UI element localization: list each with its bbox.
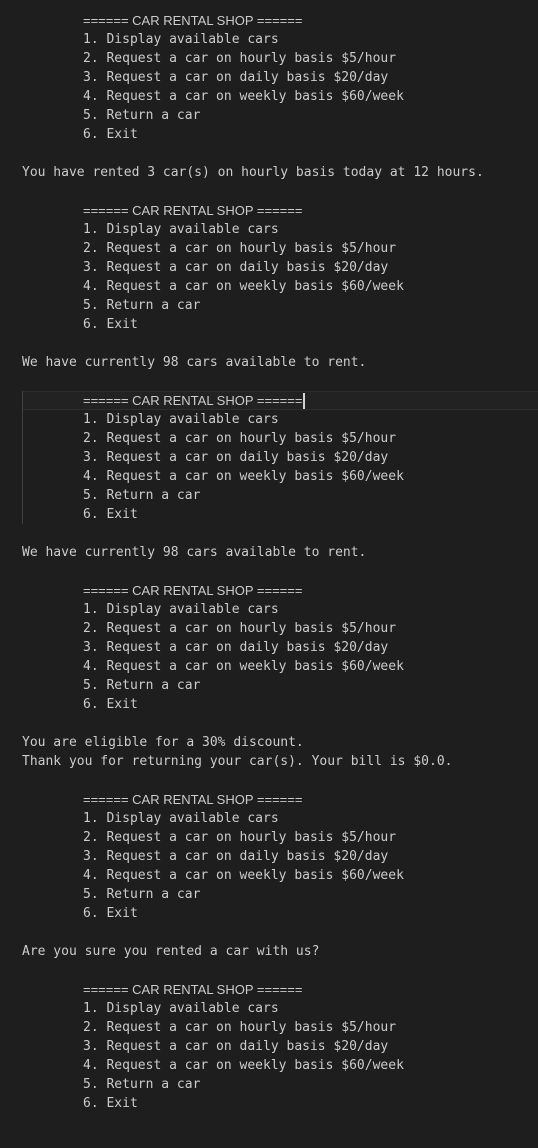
menu-item: 1. Display available cars [83, 602, 279, 617]
menu-item: 5. Return a car [83, 108, 201, 123]
menu-header: ====== CAR RENTAL SHOP ====== [83, 583, 303, 598]
menu-item: 2. Request a car on hourly basis $5/hour [83, 241, 397, 256]
menu-item: 4. Request a car on weekly basis $60/wee… [83, 469, 404, 484]
menu-item: 1. Display available cars [83, 32, 279, 47]
menu-item: 2. Request a car on hourly basis $5/hour [83, 431, 397, 446]
menu-item: 6. Exit [83, 1096, 138, 1111]
menu-item: 6. Exit [83, 906, 138, 921]
menu-item: 5. Return a car [83, 1077, 201, 1092]
menu-item: 1. Display available cars [83, 811, 279, 826]
menu-item: 4. Request a car on weekly basis $60/wee… [83, 279, 404, 294]
menu-header: ====== CAR RENTAL SHOP ====== [83, 13, 303, 28]
menu-item: 5. Return a car [83, 298, 201, 313]
menu-item: 3. Request a car on daily basis $20/day [83, 849, 389, 864]
menu-item: 3. Request a car on daily basis $20/day [83, 640, 389, 655]
output-message: You are eligible for a 30% discount. [22, 735, 304, 750]
menu-item: 1. Display available cars [83, 412, 279, 427]
menu-header: ====== CAR RENTAL SHOP ====== [83, 982, 303, 997]
menu-item: 4. Request a car on weekly basis $60/wee… [83, 659, 404, 674]
menu-header: ====== CAR RENTAL SHOP ====== [83, 393, 303, 408]
menu-header: ====== CAR RENTAL SHOP ====== [83, 792, 303, 807]
menu-item: 3. Request a car on daily basis $20/day [83, 1039, 389, 1054]
output-message: Thank you for returning your car(s). You… [22, 754, 453, 769]
text-cursor [303, 393, 306, 409]
menu-item: 5. Return a car [83, 678, 201, 693]
menu-item: 4. Request a car on weekly basis $60/wee… [83, 1058, 404, 1073]
terminal-output[interactable]: ====== CAR RENTAL SHOP ====== 1. Display … [0, 0, 538, 1148]
indent-guide [22, 391, 23, 524]
menu-item: 6. Exit [83, 697, 138, 712]
menu-item: 4. Request a car on weekly basis $60/wee… [83, 868, 404, 883]
output-message: We have currently 98 cars available to r… [22, 545, 367, 560]
menu-item: 2. Request a car on hourly basis $5/hour [83, 830, 397, 845]
menu-item: 2. Request a car on hourly basis $5/hour [83, 51, 397, 66]
menu-item: 6. Exit [83, 507, 138, 522]
menu-item: 3. Request a car on daily basis $20/day [83, 450, 389, 465]
menu-item: 3. Request a car on daily basis $20/day [83, 70, 389, 85]
menu-item: 2. Request a car on hourly basis $5/hour [83, 1020, 397, 1035]
menu-item: 1. Display available cars [83, 1001, 279, 1016]
menu-item: 5. Return a car [83, 887, 201, 902]
output-message: We have currently 98 cars available to r… [22, 355, 367, 370]
menu-item: 4. Request a car on weekly basis $60/wee… [83, 89, 404, 104]
menu-header: ====== CAR RENTAL SHOP ====== [83, 203, 303, 218]
menu-item: 5. Return a car [83, 488, 201, 503]
output-message: You have rented 3 car(s) on hourly basis… [22, 165, 484, 180]
menu-item: 2. Request a car on hourly basis $5/hour [83, 621, 397, 636]
menu-item: 3. Request a car on daily basis $20/day [83, 260, 389, 275]
menu-item: 6. Exit [83, 127, 138, 142]
menu-item: 6. Exit [83, 317, 138, 332]
output-message: Are you sure you rented a car with us? [22, 944, 320, 959]
menu-item: 1. Display available cars [83, 222, 279, 237]
